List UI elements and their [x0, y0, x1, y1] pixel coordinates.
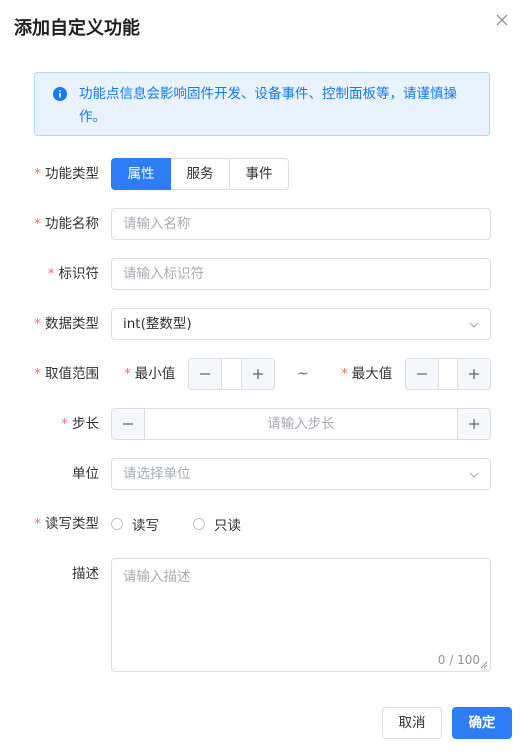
min-increase-button[interactable]: [241, 359, 274, 389]
function-name-row: * 功能名称 请输入名称: [0, 208, 525, 240]
radio-circle-icon: [111, 518, 123, 530]
step-label: * 步长: [61, 416, 99, 432]
radio-read-write[interactable]: 读写: [111, 508, 159, 540]
max-increase-button[interactable]: [457, 359, 490, 389]
rw-type-row: * 读写类型 读写 只读: [0, 508, 525, 540]
radio-read-write-label: 读写: [132, 518, 159, 534]
data-type-value: int(整数型): [123, 316, 192, 332]
min-value-field[interactable]: [222, 359, 241, 389]
plus-icon: [253, 369, 263, 379]
radio-read-only[interactable]: 只读: [193, 508, 241, 540]
step-stepper[interactable]: 请输入步长: [111, 408, 491, 440]
function-name-input[interactable]: 请输入名称: [111, 208, 491, 240]
chevron-down-icon: [469, 472, 479, 478]
confirm-button[interactable]: 确定: [452, 707, 512, 739]
value-range-label: * 取值范围: [34, 366, 99, 382]
max-value-label: * 最大值: [341, 366, 393, 382]
cancel-button[interactable]: 取消: [382, 707, 442, 739]
description-label: 描述: [72, 566, 99, 582]
step-increase-button[interactable]: [457, 409, 490, 439]
dialog-title: 添加自定义功能: [14, 18, 140, 39]
function-type-row: * 功能类型 属性 服务 事件: [0, 158, 525, 190]
data-type-select[interactable]: int(整数型): [111, 308, 491, 340]
info-icon: [53, 87, 67, 101]
type-option-property[interactable]: 属性: [111, 158, 171, 190]
minus-icon: [200, 373, 210, 375]
function-name-label: * 功能名称: [34, 216, 99, 232]
step-row: * 步长 请输入步长: [0, 408, 525, 440]
function-type-segmented: 属性 服务 事件: [111, 158, 289, 190]
info-alert: 功能点信息会影响固件开发、设备事件、控制面板等，请谨慎操作。: [34, 72, 490, 136]
radio-read-only-label: 只读: [214, 518, 241, 534]
radio-circle-icon: [193, 518, 205, 530]
max-value-field[interactable]: [439, 359, 457, 389]
description-textarea[interactable]: 请输入描述 0 / 100: [111, 558, 491, 672]
max-decrease-button[interactable]: [406, 359, 439, 389]
min-decrease-button[interactable]: [189, 359, 222, 389]
function-type-label: * 功能类型: [34, 166, 99, 182]
minus-icon: [123, 423, 133, 425]
type-option-service[interactable]: 服务: [171, 158, 230, 190]
unit-placeholder: 请选择单位: [123, 466, 191, 482]
rw-type-label: * 读写类型: [34, 516, 99, 532]
resize-handle-icon[interactable]: [480, 661, 488, 669]
unit-select[interactable]: 请选择单位: [111, 458, 491, 490]
identifier-label: * 标识符: [47, 266, 99, 282]
plus-icon: [469, 419, 479, 429]
step-input[interactable]: 请输入步长: [145, 409, 457, 439]
step-decrease-button[interactable]: [112, 409, 145, 439]
min-value-label: * 最小值: [124, 366, 176, 382]
range-separator: ~: [297, 366, 309, 382]
min-value-stepper[interactable]: [188, 358, 275, 390]
type-option-event[interactable]: 事件: [230, 158, 289, 190]
description-placeholder: 请输入描述: [123, 569, 191, 585]
data-type-label: * 数据类型: [34, 316, 99, 332]
description-counter: 0 / 100: [437, 653, 480, 667]
unit-row: 单位 请选择单位: [0, 458, 525, 490]
identifier-row: * 标识符 请输入标识符: [0, 258, 525, 290]
max-value-stepper[interactable]: [405, 358, 491, 390]
unit-label: 单位: [72, 466, 99, 482]
minus-icon: [417, 373, 427, 375]
close-icon[interactable]: [493, 11, 511, 29]
plus-icon: [469, 369, 479, 379]
identifier-input[interactable]: 请输入标识符: [111, 258, 491, 290]
value-range-row: * 取值范围 * 最小值 ~ * 最大值: [0, 358, 525, 390]
chevron-down-icon: [469, 322, 479, 328]
data-type-row: * 数据类型 int(整数型): [0, 308, 525, 340]
alert-text: 功能点信息会影响固件开发、设备事件、控制面板等，请谨慎操作。: [79, 86, 457, 125]
